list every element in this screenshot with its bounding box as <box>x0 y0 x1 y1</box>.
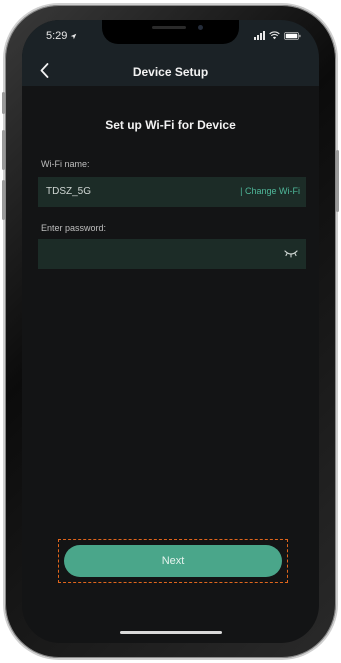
next-button[interactable]: Next <box>64 545 282 577</box>
power-button <box>336 150 339 212</box>
password-label: Enter password: <box>41 223 107 233</box>
location-arrow-icon <box>71 33 77 39</box>
password-input[interactable] <box>44 243 278 267</box>
notch <box>102 20 239 44</box>
wifi-name-value: TDSZ_5G <box>46 186 92 197</box>
volume-down-button <box>2 180 5 220</box>
page-title: Device Setup <box>132 65 209 79</box>
wifi-name-field: TDSZ_5G | Change Wi-Fi <box>38 177 306 207</box>
status-time: 5:29 <box>46 30 77 42</box>
device-screen: 5:29 Device Setup Set up Wi-Fi for Devic… <box>22 20 319 643</box>
status-time-text: 5:29 <box>46 30 68 42</box>
battery-icon <box>284 31 301 40</box>
status-icons <box>254 30 301 40</box>
app-header: 5:29 Device Setup <box>22 20 319 86</box>
mute-switch <box>2 92 5 114</box>
camera-icon <box>198 25 203 30</box>
change-wifi-link[interactable]: | Change Wi-Fi <box>240 186 300 196</box>
wifi-name-label: Wi-Fi name: <box>41 159 90 169</box>
home-indicator[interactable] <box>120 631 222 634</box>
eye-closed-icon <box>284 250 298 258</box>
toggle-password-visibility-button[interactable] <box>284 248 298 260</box>
wifi-icon <box>269 31 280 40</box>
section-title: Set up Wi-Fi for Device <box>105 118 236 132</box>
volume-up-button <box>2 130 5 170</box>
password-field <box>38 239 306 269</box>
speaker <box>152 26 186 29</box>
signal-icon <box>254 30 265 40</box>
